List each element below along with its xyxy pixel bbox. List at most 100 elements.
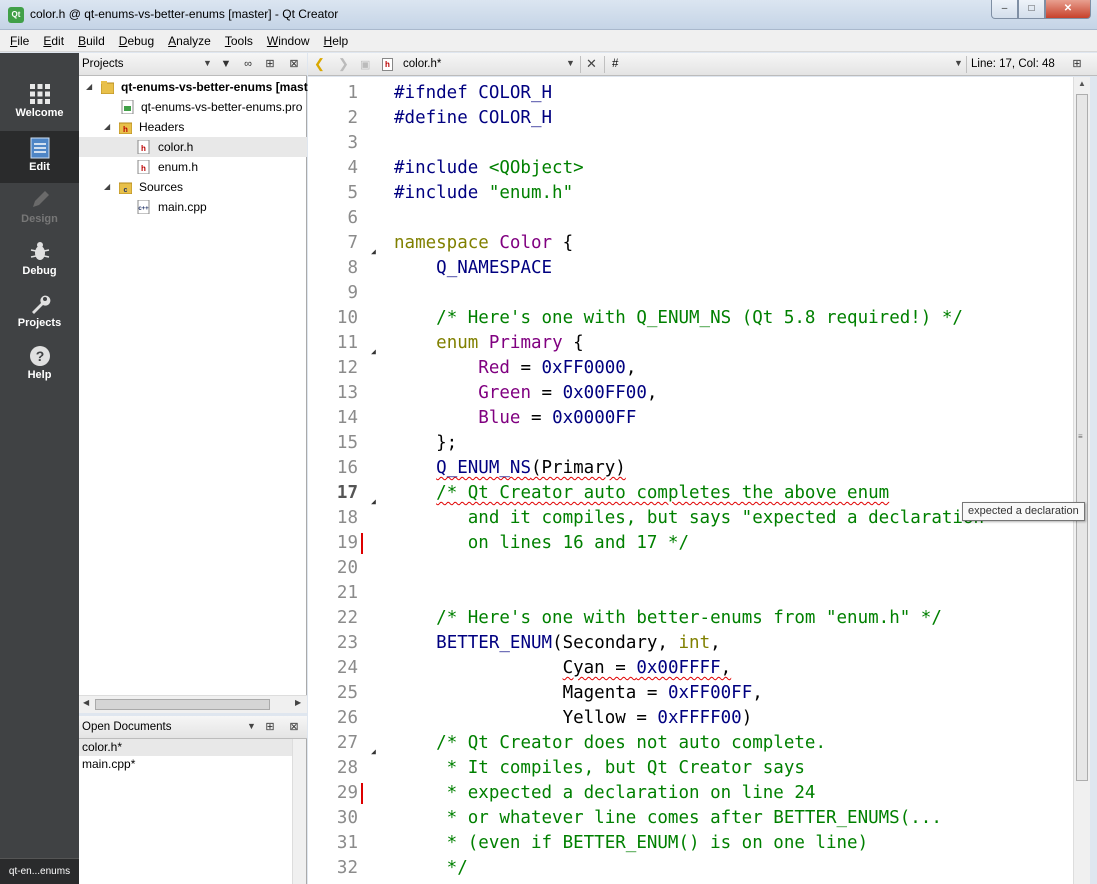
code-line[interactable]: 8 Q_NAMESPACE [308, 256, 1073, 281]
scroll-right-icon[interactable]: ▶ [295, 698, 301, 707]
forward-arrow-icon[interactable]: ❯ [338, 56, 349, 72]
mode-design[interactable]: Design [0, 183, 79, 235]
code-line[interactable]: 3 [308, 131, 1073, 156]
expand-arrow-icon[interactable]: ◢ [104, 117, 110, 137]
code-line[interactable]: 21 [308, 581, 1073, 606]
close-document-icon[interactable]: ✕ [586, 56, 597, 72]
menu-window[interactable]: Window [267, 34, 310, 48]
code-line[interactable]: 20 [308, 556, 1073, 581]
tree-item-enum-h[interactable]: h enum.h [79, 157, 307, 177]
code-line[interactable]: 31 * (even if BETTER_ENUM() is on one li… [308, 831, 1073, 856]
code-line[interactable]: 14 Blue = 0x0000FF [308, 406, 1073, 431]
open-documents-title[interactable]: Open Documents [82, 721, 172, 733]
code-line[interactable]: 24 Cyan = 0x00FFFF, [308, 656, 1073, 681]
code-line[interactable]: 18 and it compiles, but says "expected a… [308, 506, 1073, 531]
svg-text:h: h [141, 144, 146, 153]
code-line[interactable]: 6 [308, 206, 1073, 231]
code-line[interactable]: 11 ◢ enum Primary { [308, 331, 1073, 356]
active-project-selector[interactable]: qt-en...enums [0, 858, 79, 884]
mode-projects[interactable]: Projects [0, 287, 79, 339]
expand-arrow-icon[interactable]: ◢ [104, 177, 110, 197]
code-editor[interactable]: 1 #ifndef COLOR_H 2 #define COLOR_H 3 4 #inclu… [308, 77, 1073, 884]
projects-pane-title[interactable]: Projects [82, 58, 124, 70]
menu-tools[interactable]: Tools [225, 34, 253, 48]
code-line[interactable]: 28 * It compiles, but Qt Creator says [308, 756, 1073, 781]
code-token: and it compiles, but says "expected a de… [394, 508, 985, 528]
tree-item-color-h[interactable]: h color.h [79, 137, 307, 157]
current-file-name[interactable]: color.h* [403, 58, 441, 70]
menu-edit[interactable]: Edit [43, 34, 64, 48]
code-line[interactable]: 12 Red = 0xFF0000, [308, 356, 1073, 381]
open-document-item[interactable]: main.cpp* [79, 756, 293, 773]
code-line[interactable]: 15 }; [308, 431, 1073, 456]
chevron-down-icon[interactable]: ▼ [566, 58, 575, 68]
menu-debug[interactable]: Debug [119, 34, 154, 48]
tree-item-sources[interactable]: ◢ c Sources [79, 177, 307, 197]
chevron-down-icon[interactable]: ▼ [247, 721, 256, 731]
split-icon[interactable]: ⊞ [263, 720, 277, 734]
menu-file[interactable]: File [10, 34, 29, 48]
menu-analyze[interactable]: Analyze [168, 34, 211, 48]
code-token: 0x00FF00 [562, 383, 647, 403]
code-line[interactable]: 22 /* Here's one with better-enums from … [308, 606, 1073, 631]
split-icon[interactable]: ⊞ [263, 57, 277, 71]
symbol-selector[interactable]: # [612, 58, 618, 70]
code-line[interactable]: 9 [308, 281, 1073, 306]
mode-welcome[interactable]: Welcome [0, 77, 79, 129]
menu-build[interactable]: Build [78, 34, 105, 48]
code-line[interactable]: 4 #include <QObject> [308, 156, 1073, 181]
code-line[interactable]: 10 /* Here's one with Q_ENUM_NS (Qt 5.8 … [308, 306, 1073, 331]
chevron-down-icon[interactable]: ▼ [954, 58, 963, 68]
code-line[interactable]: 16 Q_ENUM_NS(Primary) [308, 456, 1073, 481]
maximize-button[interactable]: □ [1018, 0, 1045, 19]
projects-horizontal-scrollbar[interactable]: ◀ ▶ [79, 695, 307, 713]
filter-icon[interactable]: ▼ [219, 57, 233, 71]
code-line[interactable]: 13 Green = 0x00FF00, [308, 381, 1073, 406]
code-line[interactable]: 27 ◢ /* Qt Creator does not auto complete… [308, 731, 1073, 756]
code-token: on lines 16 and 17 */ [394, 533, 690, 553]
open-documents-header: Open Documents ▼ ⊞ ⊠ [79, 716, 307, 739]
cursor-position[interactable]: Line: 17, Col: 48 [971, 58, 1055, 70]
link-icon[interactable]: ∞ [241, 57, 255, 71]
code-line[interactable]: 5 #include "enum.h" [308, 181, 1073, 206]
separator [580, 56, 581, 73]
code-token: (Primary) [530, 458, 626, 478]
back-arrow-icon[interactable]: ❮ [314, 56, 325, 72]
help-icon: ? [29, 346, 50, 366]
error-tooltip: expected a declaration [962, 502, 1085, 521]
code-line[interactable]: 7 ◢ namespace Color { [308, 231, 1073, 256]
chevron-down-icon[interactable]: ▼ [203, 58, 212, 68]
close-button[interactable]: ✕ [1045, 0, 1091, 19]
code-line[interactable]: 23 BETTER_ENUM(Secondary, int, [308, 631, 1073, 656]
line-number: 7 [347, 233, 358, 253]
scroll-left-icon[interactable]: ◀ [83, 698, 89, 707]
code-line[interactable]: 30 * or whatever line comes after BETTER… [308, 806, 1073, 831]
code-line[interactable]: 25 Magenta = 0xFF00FF, [308, 681, 1073, 706]
code-line[interactable]: 32 */ [308, 856, 1073, 881]
tree-item-headers[interactable]: ◢ h Headers [79, 117, 307, 137]
open-documents-scrollbar[interactable] [292, 739, 306, 884]
code-line[interactable]: 2 #define COLOR_H [308, 106, 1073, 131]
code-line[interactable]: 29 * expected a declaration on line 24 [308, 781, 1073, 806]
expand-arrow-icon[interactable]: ◢ [86, 77, 92, 97]
menu-help[interactable]: Help [324, 34, 349, 48]
mode-debug[interactable]: Debug [0, 235, 79, 287]
code-line[interactable]: 17 ◢ /* Qt Creator auto completes the abo… [308, 481, 1073, 506]
scroll-up-icon[interactable]: ▲ [1078, 79, 1086, 88]
code-line[interactable]: 19 on lines 16 and 17 */ [308, 531, 1073, 556]
tree-item-pro-file[interactable]: qt-enums-vs-better-enums.pro [79, 97, 307, 117]
close-pane-icon[interactable]: ⊠ [287, 720, 301, 734]
split-icon[interactable]: ⊞ [1070, 57, 1084, 71]
editor-vertical-scrollbar[interactable]: ▲ ≡ [1073, 77, 1090, 884]
minimize-button[interactable]: – [991, 0, 1018, 19]
code-line[interactable]: 26 Yellow = 0xFFFF00) [308, 706, 1073, 731]
mode-help[interactable]: ? Help [0, 339, 79, 391]
mode-edit[interactable]: Edit [0, 131, 79, 183]
open-document-item[interactable]: color.h* [79, 739, 293, 756]
tree-item-main-cpp[interactable]: c++ main.cpp [79, 197, 307, 217]
code-token: Primary [488, 333, 563, 353]
close-pane-icon[interactable]: ⊠ [287, 57, 301, 71]
tree-item-project[interactable]: ◢ qt-enums-vs-better-enums [master] [79, 77, 323, 97]
scrollbar-thumb[interactable] [95, 699, 270, 710]
code-line[interactable]: 1 #ifndef COLOR_H [308, 81, 1073, 106]
